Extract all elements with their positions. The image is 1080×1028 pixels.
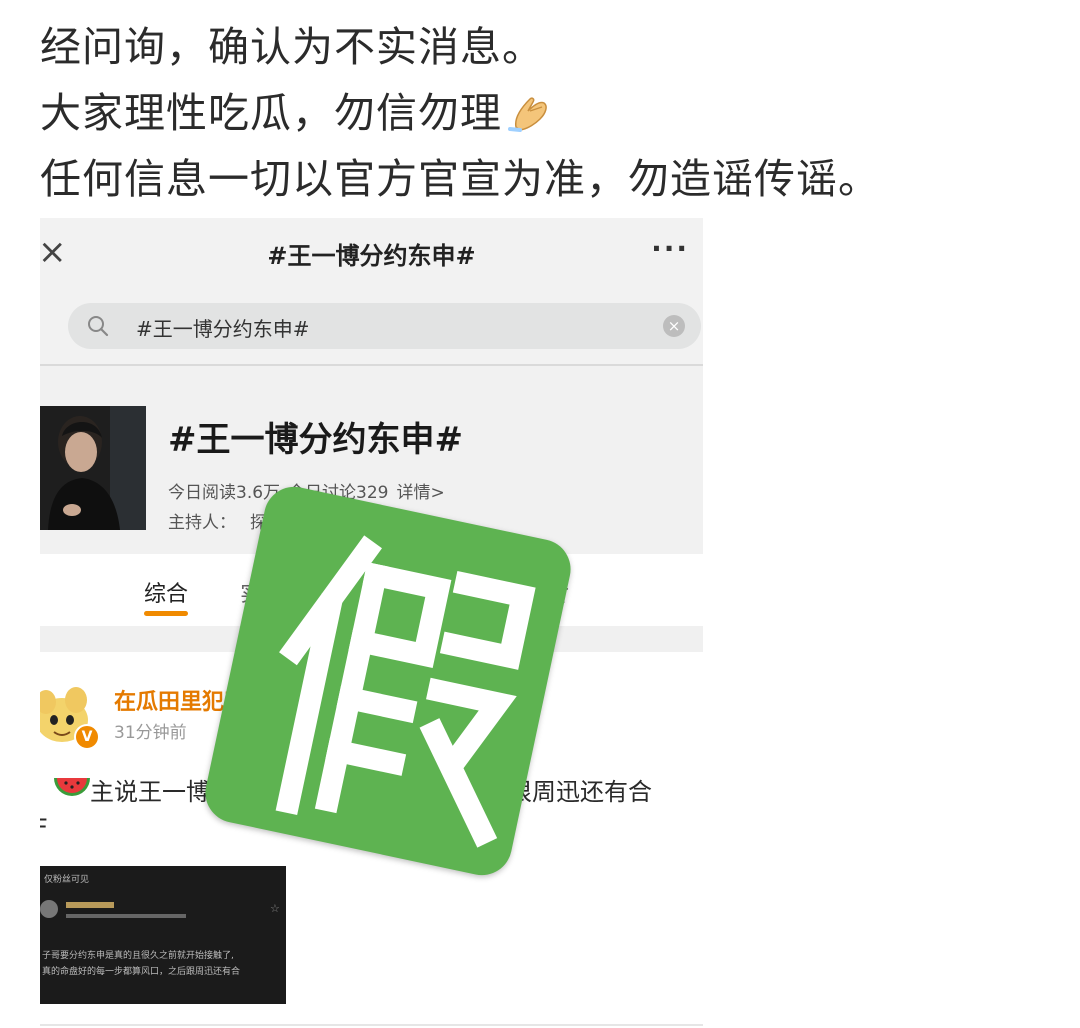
caption-block: 经问询，确认为不实消息。 大家理性吃瓜，勿信勿理 任何信息一切以官方官宣为准，勿…: [40, 14, 880, 212]
verified-badge-icon: V: [74, 724, 100, 750]
page-title: #王一博分约东申#: [267, 242, 476, 270]
repost-avatar: [40, 900, 58, 918]
caption-line-3: 任何信息一切以官方官宣为准，勿造谣传谣。: [40, 155, 880, 203]
clear-icon[interactable]: ×: [663, 315, 685, 337]
host-label: 主持人：: [168, 513, 236, 533]
details-link[interactable]: 详情>: [397, 483, 445, 503]
search-query: #王一博分约东申#: [136, 317, 310, 341]
repost-username: [66, 902, 114, 908]
repost-image[interactable]: 仅粉丝可见 ☆ 子哥要分约东申是真的且很久之前就开始接触了, 真的命盘好的每一步…: [40, 866, 286, 1004]
topic-title: #王一博分约东申#: [168, 420, 463, 460]
caption-line-2: 大家理性吃瓜，勿信勿理: [40, 80, 880, 146]
watermelon-icon: [52, 774, 92, 808]
post-text-line-2: F: [40, 814, 48, 842]
star-icon: ☆: [270, 902, 280, 915]
caption-line-2-text: 大家理性吃瓜，勿信勿理: [40, 89, 502, 137]
search-bar-area: #王一博分约东申# ×: [40, 290, 703, 364]
caption-line-1: 经问询，确认为不实消息。: [40, 23, 544, 71]
post-text-left: 主说王一博: [90, 778, 210, 806]
top-bar: × #王一博分约东申# ···: [40, 218, 703, 290]
reads-count: 今日阅读3.6万: [168, 483, 281, 503]
repost-meta: [66, 914, 186, 918]
repost-text-2: 真的命盘好的每一步都算风口，之后跟周迅还有合: [42, 967, 241, 977]
folded-hands-icon: [508, 86, 554, 152]
topic-avatar: [40, 406, 146, 530]
search-icon: [86, 314, 110, 342]
repost-text-1: 子哥要分约东申是真的且很久之前就开始接触了,: [42, 951, 234, 961]
repost-visibility: 仅粉丝可见: [44, 875, 90, 885]
tab-comprehensive[interactable]: 综合: [144, 576, 188, 608]
active-tab-indicator: [144, 611, 188, 616]
more-options-icon[interactable]: ···: [651, 234, 689, 264]
post-time: 31分钟前: [114, 723, 187, 743]
divider: [40, 1024, 703, 1026]
search-input[interactable]: #王一博分约东申# ×: [68, 303, 701, 349]
